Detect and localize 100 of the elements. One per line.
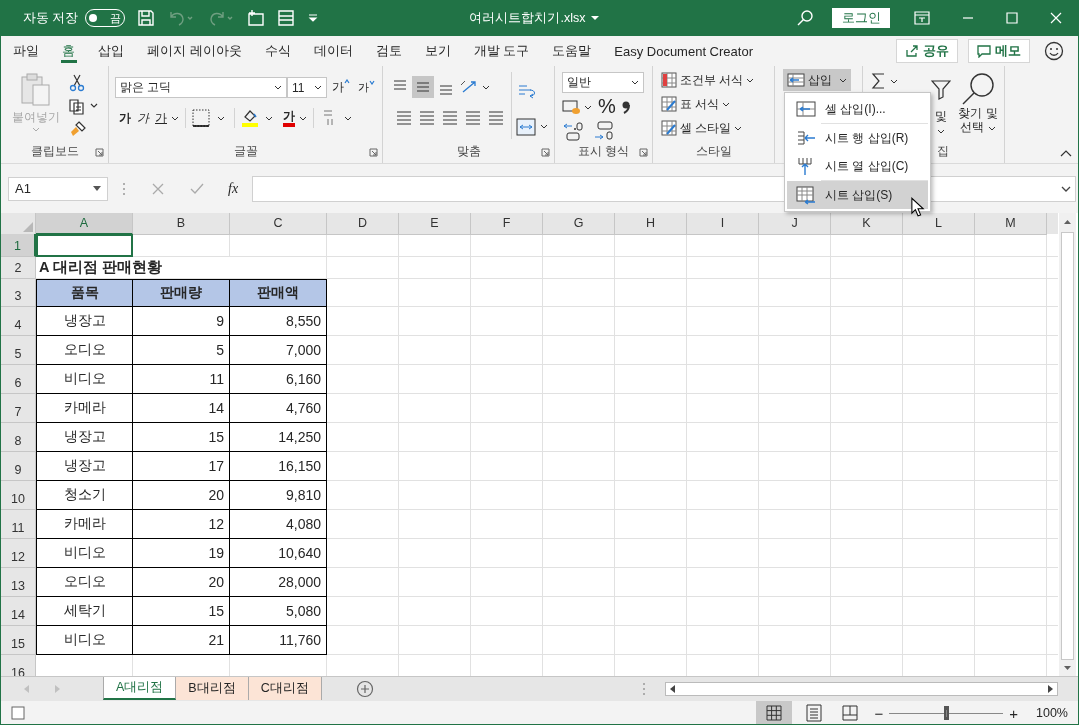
row-header[interactable]: 5	[1, 336, 36, 365]
sort-filter-label[interactable]: 및	[935, 108, 947, 125]
share-button[interactable]: 공유	[896, 39, 958, 63]
caret-icon[interactable]	[93, 186, 101, 191]
column-header[interactable]: D	[327, 213, 399, 235]
style-button[interactable]: 조건부 서식	[661, 70, 755, 90]
ribbon-tab[interactable]: Easy Document Creator	[603, 36, 764, 66]
column-header[interactable]: H	[615, 213, 687, 235]
column-header[interactable]: L	[903, 213, 975, 235]
search-icon[interactable]	[796, 9, 814, 27]
customize-caret-icon[interactable]	[307, 13, 320, 23]
percent-style-button[interactable]: %	[598, 95, 616, 118]
underline-button[interactable]: 가	[155, 109, 167, 127]
drag-handle-icon[interactable]	[122, 181, 126, 196]
close-icon[interactable]	[1050, 12, 1062, 24]
caret-icon[interactable]	[937, 129, 945, 134]
menu-item[interactable]: 시트 행 삽입(R)	[787, 124, 928, 152]
zoom-level[interactable]: 100%	[1036, 706, 1068, 720]
row-header[interactable]: 8	[1, 423, 36, 452]
horizontal-scrollbar[interactable]	[665, 682, 1058, 696]
caret-icon[interactable]	[171, 115, 179, 121]
ribbon-display-icon[interactable]	[914, 11, 930, 25]
comments-button[interactable]: 메모	[968, 39, 1030, 63]
smiley-icon[interactable]	[1044, 41, 1064, 61]
zoom-slider-thumb[interactable]	[944, 706, 950, 720]
column-header[interactable]: F	[471, 213, 543, 235]
ribbon-tab[interactable]: 페이지 레이아웃	[136, 36, 253, 66]
column-header[interactable]: B	[133, 213, 230, 235]
zoom-in-button[interactable]: +	[1009, 704, 1018, 722]
column-header[interactable]: A	[36, 213, 133, 235]
column-header[interactable]: G	[543, 213, 615, 235]
find-select-button[interactable]: 찾기 및 선택	[953, 70, 1003, 148]
sheet-tab[interactable]: B대리점	[176, 677, 249, 700]
add-sheet-icon[interactable]	[355, 680, 374, 698]
save-icon[interactable]	[137, 9, 156, 27]
sheet-tab[interactable]: C대리점	[248, 677, 322, 700]
ribbon-tab[interactable]: 도움말	[541, 36, 603, 66]
cut-icon[interactable]	[69, 74, 85, 92]
ribbon-tab[interactable]: 홈	[51, 36, 86, 66]
dialog-launcher-icon[interactable]	[639, 148, 648, 157]
caret-icon[interactable]	[314, 85, 322, 90]
form-icon[interactable]	[277, 9, 296, 27]
font-size-field[interactable]: 11	[287, 77, 327, 98]
normal-view-icon[interactable]	[756, 701, 793, 724]
ribbon-tab[interactable]: 보기	[413, 36, 462, 66]
name-box[interactable]: A1	[8, 176, 108, 201]
grow-font-button[interactable]: 가	[332, 79, 350, 96]
italic-button[interactable]: 가	[137, 109, 149, 127]
dialog-launcher-icon[interactable]	[541, 148, 550, 157]
caret-icon[interactable]	[299, 115, 307, 121]
column-header[interactable]: E	[399, 213, 471, 235]
row-header[interactable]: 1	[1, 234, 36, 257]
row-header[interactable]: 4	[1, 307, 36, 336]
row-header[interactable]: 3	[1, 279, 36, 307]
page-break-preview-icon[interactable]	[840, 703, 861, 723]
caret-icon[interactable]	[591, 15, 600, 21]
row-header[interactable]: 13	[1, 568, 36, 597]
row-header[interactable]: 9	[1, 452, 36, 481]
ribbon-tab[interactable]: 삽입	[87, 36, 135, 66]
row-header[interactable]: 10	[1, 481, 36, 510]
number-format-field[interactable]: 일반	[562, 72, 644, 93]
ribbon-tab[interactable]: 검토	[364, 36, 413, 66]
row-header[interactable]: 7	[1, 394, 36, 423]
ribbon-tab[interactable]: 개발 도구	[462, 36, 541, 66]
row-header[interactable]: 12	[1, 539, 36, 568]
sheet-tab[interactable]: A대리점	[103, 677, 177, 700]
insert-button[interactable]: 삽입	[783, 69, 851, 91]
row-header[interactable]: 2	[1, 257, 36, 279]
font-color-button[interactable]: 가	[283, 109, 295, 127]
vertical-scrollbar[interactable]	[1059, 213, 1076, 676]
zoom-out-button[interactable]: −	[874, 704, 884, 722]
column-header[interactable]: C	[230, 213, 327, 235]
menu-item[interactable]: 시트 삽입(S)	[787, 181, 928, 209]
ribbon-tab[interactable]: 수식	[253, 36, 302, 66]
font-name-field[interactable]: 맑은 고딕	[115, 77, 287, 98]
scrollbar-thumb[interactable]	[1061, 231, 1074, 661]
dialog-launcher-icon[interactable]	[369, 148, 378, 157]
column-header[interactable]: I	[687, 213, 759, 235]
menu-item[interactable]: 셀 삽입(I)...	[787, 95, 928, 123]
merge-cells-icon[interactable]	[516, 116, 550, 138]
page-layout-icon[interactable]	[804, 703, 825, 723]
bold-button[interactable]: 가	[119, 109, 131, 127]
column-header[interactable]: J	[759, 213, 831, 235]
dialog-launcher-icon[interactable]	[95, 148, 104, 157]
splitter-handle-icon[interactable]	[642, 682, 646, 696]
row-header[interactable]: 14	[1, 597, 36, 626]
collapse-ribbon-icon[interactable]	[1060, 149, 1072, 157]
column-header[interactable]: M	[975, 213, 1047, 235]
expand-caret-icon[interactable]	[1061, 185, 1071, 192]
maximize-icon[interactable]	[1006, 12, 1018, 24]
insert-function-button[interactable]: fx	[228, 180, 239, 197]
style-button[interactable]: 표 서식	[661, 94, 755, 114]
ribbon-tab[interactable]: 파일	[2, 36, 50, 66]
selected-cell[interactable]	[36, 234, 133, 257]
menu-item[interactable]: 시트 열 삽입(C)	[787, 152, 928, 180]
caret-icon[interactable]	[274, 85, 282, 90]
row-header[interactable]: 6	[1, 365, 36, 394]
format-painter-icon[interactable]	[69, 120, 87, 138]
column-header[interactable]: K	[831, 213, 903, 235]
ribbon-tab[interactable]: 데이터	[302, 36, 364, 66]
